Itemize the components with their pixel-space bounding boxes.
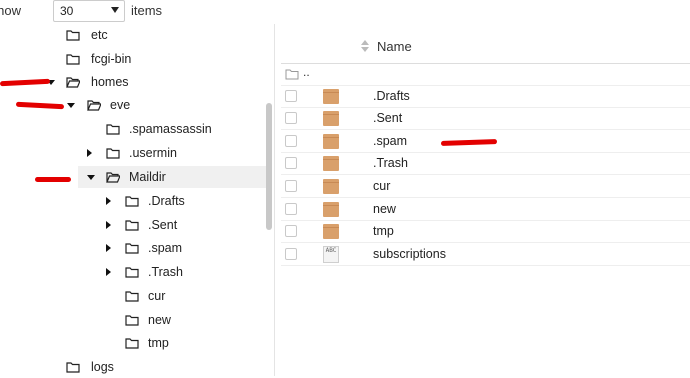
file-row[interactable]: tmp: [281, 221, 690, 243]
file-name[interactable]: .spam: [373, 134, 407, 148]
items-per-page-select[interactable]: 30: [53, 0, 125, 22]
tree-item-maildir[interactable]: Maildir: [78, 166, 266, 188]
items-label: items: [131, 3, 163, 18]
folder-icon: [125, 243, 139, 254]
folder-icon: [323, 224, 339, 239]
folder-open-icon: [106, 172, 120, 183]
tree-item-drafts[interactable]: .Drafts: [0, 190, 266, 212]
folder-icon: [323, 89, 339, 104]
tree-item-label: tmp: [148, 336, 169, 350]
row-checkbox[interactable]: [285, 180, 297, 192]
tree-item-trash[interactable]: .Trash: [0, 261, 266, 283]
tree-item-label: .Drafts: [148, 194, 185, 208]
file-list: Name .. .Drafts .Sent .spam .Trash cur n…: [281, 29, 690, 376]
tree-item-etc[interactable]: etc: [0, 24, 266, 46]
file-name[interactable]: cur: [373, 179, 390, 193]
folder-icon: [323, 156, 339, 171]
expand-caret-icon[interactable]: [106, 221, 111, 229]
row-checkbox[interactable]: [285, 248, 297, 260]
tree-item-cur[interactable]: cur: [0, 285, 266, 307]
expand-caret-icon[interactable]: [67, 103, 75, 108]
row-checkbox[interactable]: [285, 112, 297, 124]
tree-item-spam[interactable]: .spam: [0, 237, 266, 259]
expand-caret-icon[interactable]: [87, 149, 92, 157]
tree-item-label: .usermin: [129, 146, 177, 160]
folder-icon: [125, 315, 139, 326]
folder-icon: [125, 196, 139, 207]
file-name[interactable]: subscriptions: [373, 247, 446, 261]
tree-item-tmp[interactable]: tmp: [0, 332, 266, 354]
row-checkbox[interactable]: [285, 203, 297, 215]
tree-item-spamassassin[interactable]: .spamassassin: [0, 118, 266, 140]
row-checkbox[interactable]: [285, 135, 297, 147]
folder-icon: [285, 69, 299, 80]
tree-scrollbar[interactable]: [266, 103, 272, 230]
folder-icon: [323, 134, 339, 149]
tree-item-label: cur: [148, 289, 166, 303]
annotation-mark-maildir: [35, 177, 71, 182]
file-name[interactable]: tmp: [373, 224, 394, 238]
column-header-name[interactable]: Name: [377, 39, 412, 54]
file-row[interactable]: .Trash: [281, 153, 690, 175]
folder-icon: [323, 111, 339, 126]
file-name[interactable]: .Trash: [373, 156, 408, 170]
folder-icon: [323, 202, 339, 217]
file-row[interactable]: ABC subscriptions: [281, 244, 690, 266]
tree-item-usermin[interactable]: .usermin: [0, 142, 266, 164]
pager-bar: Show 30 items: [0, 0, 300, 24]
tree-item-label: eve: [110, 98, 131, 112]
dropdown-arrow-icon: [111, 7, 119, 13]
parent-directory-row[interactable]: ..: [281, 64, 690, 86]
tree-item-fcgi-bin[interactable]: fcgi-bin: [0, 48, 266, 70]
folder-icon: [125, 267, 139, 278]
file-name[interactable]: .Drafts: [373, 89, 410, 103]
tree-item-new[interactable]: new: [0, 309, 266, 331]
expand-caret-icon[interactable]: [87, 175, 95, 180]
tree-item-label: .Trash: [148, 265, 183, 279]
folder-icon: [323, 179, 339, 194]
folder-icon: [66, 54, 80, 65]
folder-icon: [125, 338, 139, 349]
tree-item-label: etc: [91, 28, 108, 42]
file-row[interactable]: .Sent: [281, 108, 690, 130]
file-name[interactable]: new: [373, 202, 396, 216]
folder-open-icon: [87, 100, 101, 111]
row-checkbox[interactable]: [285, 90, 297, 102]
tree-item-label: logs: [91, 360, 114, 374]
file-row[interactable]: new: [281, 199, 690, 221]
file-list-header: Name: [281, 29, 690, 64]
folder-icon: [66, 362, 80, 373]
tree-item-label: .spamassassin: [129, 122, 212, 136]
expand-caret-icon[interactable]: [106, 197, 111, 205]
parent-directory-label: ..: [303, 65, 310, 79]
expand-caret-icon[interactable]: [106, 268, 111, 276]
folder-icon: [66, 30, 80, 41]
expand-caret-icon[interactable]: [106, 244, 111, 252]
items-per-page-value: 30: [60, 4, 74, 18]
tree-item-label: .spam: [148, 241, 183, 255]
file-row[interactable]: .Drafts: [281, 86, 690, 108]
folder-icon: [106, 124, 120, 135]
tree-item-logs[interactable]: logs: [0, 356, 266, 378]
tree-item-sent[interactable]: .Sent: [0, 214, 266, 236]
text-file-icon: ABC: [323, 246, 339, 263]
tree-item-label: fcgi-bin: [91, 52, 132, 66]
tree-item-label: .Sent: [148, 218, 178, 232]
folder-icon: [106, 148, 120, 159]
sort-icon[interactable]: [360, 39, 370, 53]
row-checkbox[interactable]: [285, 225, 297, 237]
folder-icon: [125, 220, 139, 231]
folder-icon: [125, 291, 139, 302]
show-label: Show: [0, 3, 21, 18]
file-row[interactable]: cur: [281, 176, 690, 198]
file-name[interactable]: .Sent: [373, 111, 402, 125]
tree-item-label: new: [148, 313, 171, 327]
tree-item-label: Maildir: [129, 170, 166, 184]
tree-item-label: homes: [91, 75, 129, 89]
folder-open-icon: [66, 77, 80, 88]
row-checkbox[interactable]: [285, 157, 297, 169]
directory-tree: etc fcgi-bin homes eve .spamassassin .us…: [0, 24, 275, 376]
